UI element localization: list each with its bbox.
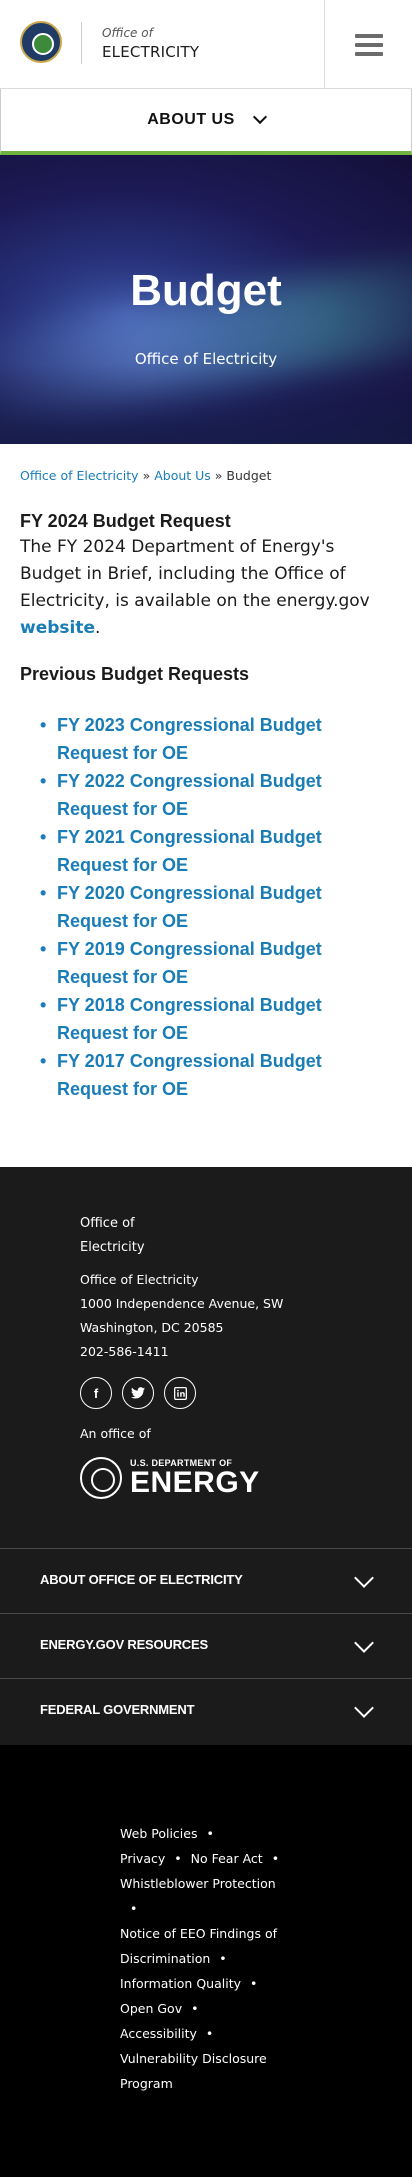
breadcrumb: Office of Electricity » About Us » Budge… bbox=[20, 468, 392, 483]
previous-heading: Previous Budget Requests bbox=[20, 664, 250, 684]
facebook-icon[interactable]: f bbox=[80, 1377, 112, 1409]
budget-link-fy2019[interactable]: FY 2019 Congressional Budget Request for… bbox=[40, 935, 392, 991]
doe-wordmark: U.S. DEPARTMENT OF ENERGY bbox=[130, 1458, 260, 1498]
link-separator: • bbox=[219, 1951, 227, 1966]
an-office-of-label: An office of bbox=[80, 1426, 151, 1441]
breadcrumb-current: Budget bbox=[226, 468, 272, 483]
main-content: Office of Electricity » About Us » Budge… bbox=[0, 444, 412, 1103]
breadcrumb-separator: » bbox=[214, 468, 223, 483]
link-separator: • bbox=[205, 2026, 214, 2041]
link-no-fear-act[interactable]: No Fear Act bbox=[191, 1851, 263, 1866]
link-open-gov[interactable]: Open Gov bbox=[120, 2001, 182, 2016]
address-line: 1000 Independence Avenue, SW bbox=[80, 1296, 284, 1311]
about-us-dropdown[interactable]: ABOUT US bbox=[0, 89, 412, 155]
accordion-label: ENERGY.GOV RESOURCES bbox=[40, 1637, 208, 1652]
footer-office-line1: Office of bbox=[80, 1216, 135, 1231]
budget-link-fy2018[interactable]: FY 2018 Congressional Budget Request for… bbox=[40, 991, 392, 1047]
hero-banner: Budget Office of Electricity bbox=[0, 155, 412, 444]
accordion-federal-government[interactable]: FEDERAL GOVERNMENT bbox=[0, 1678, 412, 1743]
breadcrumb-link-office[interactable]: Office of Electricity bbox=[20, 468, 139, 483]
website-link[interactable]: website bbox=[20, 618, 95, 638]
footer-address: Office of Electricity 1000 Independence … bbox=[80, 1268, 283, 1364]
link-separator: • bbox=[191, 2001, 199, 2016]
doe-seal-icon bbox=[80, 1457, 122, 1499]
doe-logo[interactable]: U.S. DEPARTMENT OF ENERGY bbox=[80, 1457, 260, 1499]
budget-link-fy2023[interactable]: FY 2023 Congressional Budget Request for… bbox=[40, 711, 392, 767]
phone-number[interactable]: 202-586-1411 bbox=[80, 1340, 283, 1364]
link-whistleblower[interactable]: Whistleblower Protection bbox=[120, 1876, 276, 1891]
link-separator: • bbox=[271, 1851, 280, 1866]
budget-link-fy2021[interactable]: FY 2021 Congressional Budget Request for… bbox=[40, 823, 392, 879]
address-line: Office of Electricity bbox=[80, 1272, 199, 1287]
accordion-about-office[interactable]: ABOUT OFFICE OF ELECTRICITY bbox=[0, 1548, 412, 1613]
link-eeo-findings[interactable]: Notice of EEO Findings of Discrimination bbox=[120, 1926, 277, 1966]
linkedin-icon[interactable] bbox=[164, 1377, 196, 1409]
breadcrumb-separator: » bbox=[142, 468, 151, 483]
fy2024-text: The FY 2024 Department of Energy's Budge… bbox=[20, 537, 370, 611]
menu-button[interactable] bbox=[324, 0, 412, 89]
fy2024-paragraph: The FY 2024 Department of Energy's Budge… bbox=[20, 534, 392, 642]
fy2024-heading: FY 2024 Budget Request bbox=[20, 511, 231, 531]
hero-subtitle: Office of Electricity bbox=[134, 350, 278, 368]
footer-bottom: Web Policies • Privacy • No Fear Act • Whist… bbox=[0, 1745, 412, 2177]
twitter-icon[interactable] bbox=[122, 1377, 154, 1409]
link-information-quality[interactable]: Information Quality bbox=[120, 1976, 241, 1991]
site-footer: Office of Electricity Office of Electric… bbox=[0, 1167, 412, 1745]
chevron-down-icon bbox=[354, 1568, 374, 1588]
budget-link-fy2017[interactable]: FY 2017 Congressional Budget Request for… bbox=[40, 1047, 392, 1103]
link-separator: • bbox=[206, 1826, 214, 1841]
logo-divider bbox=[81, 22, 82, 64]
accordion-label: ABOUT OFFICE OF ELECTRICITY bbox=[40, 1572, 243, 1587]
link-separator: • bbox=[174, 1851, 182, 1866]
address-line: Washington, DC 20585 bbox=[80, 1320, 224, 1335]
page-title: Budget bbox=[130, 266, 282, 315]
about-us-label: ABOUT US bbox=[147, 111, 235, 128]
budget-link-fy2020[interactable]: FY 2020 Congressional Budget Request for… bbox=[40, 879, 392, 935]
site-header: Office of ELECTRICITY bbox=[0, 0, 412, 89]
link-privacy[interactable]: Privacy bbox=[120, 1851, 165, 1866]
footer-office-line2: Electricity bbox=[80, 1240, 145, 1255]
doe-wordmark-big: ENERGY bbox=[130, 1466, 260, 1499]
accordion-energy-resources[interactable]: ENERGY.GOV RESOURCES bbox=[0, 1613, 412, 1678]
breadcrumb-link-about[interactable]: About Us bbox=[154, 468, 211, 483]
hamburger-icon bbox=[354, 33, 383, 56]
chevron-down-icon bbox=[354, 1633, 374, 1653]
fy2024-text-end: . bbox=[95, 618, 101, 638]
link-separator: • bbox=[250, 1976, 258, 1991]
chevron-down-icon bbox=[252, 109, 267, 125]
budget-link-fy2022[interactable]: FY 2022 Congressional Budget Request for… bbox=[40, 767, 392, 823]
accordion-label: FEDERAL GOVERNMENT bbox=[40, 1702, 195, 1717]
link-separator: • bbox=[130, 1901, 138, 1916]
link-vulnerability-disclosure[interactable]: Vulnerability Disclosure Program bbox=[120, 2051, 267, 2091]
link-accessibility[interactable]: Accessibility bbox=[120, 2026, 197, 2041]
budget-request-list: FY 2023 Congressional Budget Request for… bbox=[20, 711, 392, 1103]
doe-seal-logo[interactable] bbox=[20, 21, 62, 63]
link-web-policies[interactable]: Web Policies bbox=[120, 1826, 197, 1841]
social-links: f bbox=[80, 1377, 196, 1409]
office-name[interactable]: ELECTRICITY bbox=[102, 43, 199, 61]
chevron-down-icon bbox=[354, 1698, 374, 1718]
footer-office-name[interactable]: Office of Electricity bbox=[80, 1212, 145, 1260]
office-of-label[interactable]: Office of bbox=[102, 26, 153, 40]
policy-links: Web Policies • Privacy • No Fear Act • Whist… bbox=[120, 1821, 295, 2096]
